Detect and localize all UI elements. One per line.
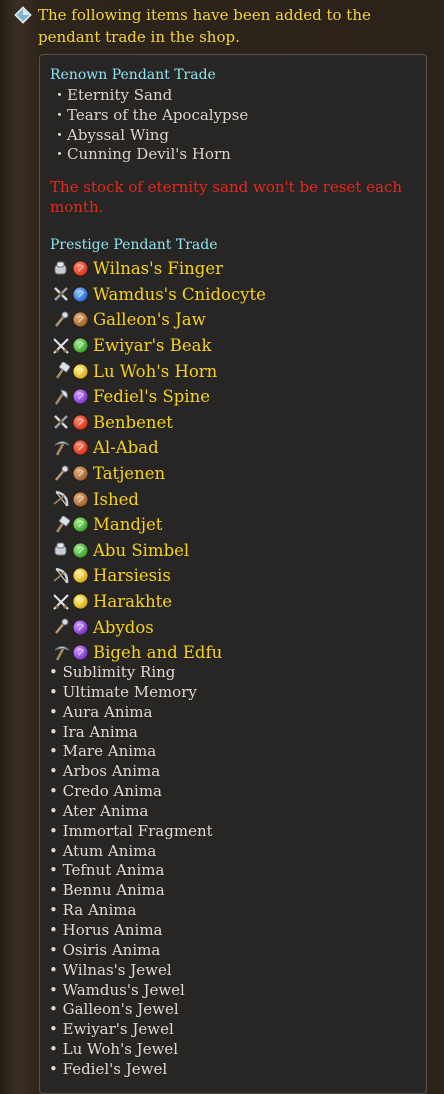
hammer-icon [55, 515, 70, 533]
list-item: Harsiesis [52, 563, 266, 589]
list-item: • Mare Anima [49, 742, 157, 761]
list-item: Wilnas's Finger [52, 256, 266, 282]
item-name: Mandjet [93, 515, 163, 535]
item-name: Harakhte [93, 592, 172, 612]
list-item: • Galleon's Jewel [49, 1000, 179, 1019]
list-item: Ished [52, 486, 266, 512]
item-name: Ewiyar's Beak [93, 336, 212, 356]
list-item: • Wamdus's Jewel [49, 980, 185, 999]
list-item: • Osiris Anima [49, 940, 161, 959]
staff-icon [55, 465, 69, 481]
earth-icon [72, 491, 89, 508]
list-item: • Tefnut Anima [49, 861, 165, 880]
item-name: Al-Abad [93, 438, 159, 458]
list-item: Harakhte [52, 589, 266, 615]
crossed-weapons-icon [54, 415, 68, 430]
wind-icon [72, 516, 89, 533]
list-item: • Atum Anima [49, 841, 157, 860]
fire-icon [72, 414, 89, 431]
crossed-swords-icon [53, 593, 69, 610]
list-item: Benbenet [52, 410, 266, 436]
item-name: Wamdus's Cnidocyte [93, 284, 266, 304]
light-icon [72, 363, 89, 380]
renown-section-title: Renown Pendant Trade [50, 67, 216, 83]
stock-notice: The stock of eternity sand won't be rese… [50, 178, 403, 216]
list-item: Galleon's Jaw [52, 307, 266, 333]
announcement-text: The following items have been added to t… [38, 6, 371, 46]
list-item: • Ira Anima [49, 722, 138, 741]
list-item: • Wilnas's Jewel [49, 960, 172, 979]
bow-icon [53, 490, 69, 507]
gauntlet-icon [54, 542, 67, 556]
list-item: Bigeh and Edfu [52, 640, 266, 666]
list-item: Wamdus's Cnidocyte [52, 282, 266, 308]
item-name: Fediel's Spine [93, 387, 210, 407]
light-icon [72, 567, 89, 584]
material-list: • Sublimity Ring • Ultimate Memory • Aura … [49, 663, 213, 1080]
staff-icon [55, 618, 69, 634]
list-item: • Credo Anima [49, 782, 162, 801]
dark-icon [72, 644, 89, 661]
item-name: Benbenet [93, 412, 173, 432]
item-name: Wilnas's Finger [93, 259, 223, 279]
dark-icon [72, 619, 89, 636]
gauntlet-icon [54, 261, 67, 275]
list-item: Fediel's Spine [52, 384, 266, 410]
list-item: Ewiyar's Beak [52, 333, 266, 359]
list-item: Mandjet [52, 512, 266, 538]
earth-icon [72, 311, 89, 329]
list-item: • Arbos Anima [49, 762, 161, 781]
fire-icon [72, 439, 89, 456]
list-item: ・Abyssal Wing [52, 125, 170, 144]
item-name: Tatjenen [93, 464, 166, 484]
list-item: ・Cunning Devil's Horn [52, 145, 231, 164]
staff-icon [55, 311, 69, 327]
water-icon [72, 286, 89, 303]
list-item: • Aura Anima [49, 702, 153, 721]
list-item: • Immortal Fragment [49, 821, 213, 840]
fire-icon [72, 260, 89, 277]
list-item: • Ater Anima [49, 801, 149, 820]
item-name: Bigeh and Edfu [93, 643, 223, 663]
wind-icon [72, 542, 89, 559]
renown-item-list: ・Eternity Sand ・Tears of the Apocalypse … [52, 86, 248, 165]
bow-icon [53, 567, 69, 584]
hammer-icon [55, 362, 70, 379]
list-item: • Bennu Anima [49, 881, 165, 900]
list-item: • Ultimate Memory [49, 682, 197, 701]
list-item: • Sublimity Ring [49, 663, 176, 681]
list-item: Abu Simbel [52, 538, 266, 564]
dark-icon [72, 388, 89, 405]
list-item: ・Tears of the Apocalypse [52, 105, 249, 124]
pickaxe-icon [54, 440, 70, 456]
item-name: Abydos [93, 617, 154, 637]
list-item: Tatjenen [52, 461, 266, 487]
wind-icon [72, 337, 89, 354]
crossed-weapons-icon [54, 287, 68, 302]
item-name: Harsiesis [93, 566, 171, 586]
prestige-section-title: Prestige Pendant Trade [50, 237, 218, 253]
item-name: Abu Simbel [93, 540, 190, 560]
list-item: ・Eternity Sand [52, 86, 173, 104]
axe-icon [54, 389, 68, 405]
list-item: • Ra Anima [49, 901, 137, 920]
list-item: • Fediel's Jewel [49, 1059, 168, 1078]
item-name: Ished [93, 489, 139, 509]
crossed-swords-icon [53, 337, 69, 354]
list-item: Al-Abad [52, 435, 266, 461]
list-item: Lu Woh's Horn [52, 358, 266, 384]
list-item: • Horus Anima [49, 920, 163, 939]
prestige-item-list: Wilnas's Finger Wamdus's Cnidocyte Galleon… [52, 256, 266, 666]
earth-icon [72, 465, 89, 482]
item-name: Lu Woh's Horn [93, 361, 218, 381]
light-icon [72, 593, 89, 610]
list-item: • Ewiyar's Jewel [49, 1020, 174, 1039]
list-item: Abydos [52, 614, 266, 640]
item-name: Galleon's Jaw [93, 310, 206, 330]
diamond-bullet-icon [14, 6, 32, 24]
content-panel: Renown Pendant Trade ・Eternity Sand ・Tea… [39, 54, 427, 1094]
pickaxe-icon [54, 645, 70, 661]
list-item: • Lu Woh's Jewel [49, 1040, 179, 1059]
